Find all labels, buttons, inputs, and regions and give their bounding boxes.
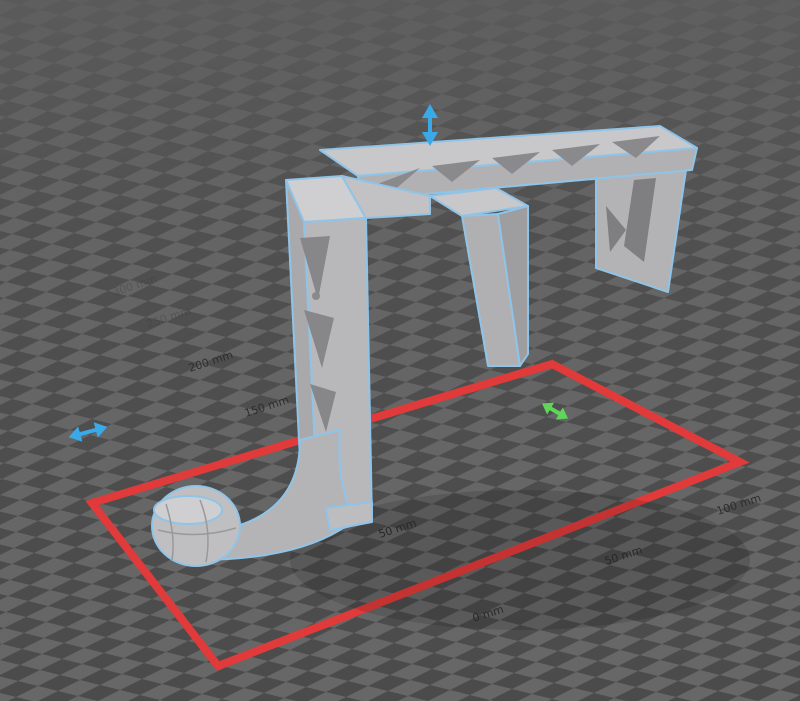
ball-cup-rim bbox=[153, 495, 223, 525]
column-hole bbox=[312, 292, 320, 300]
scene-canvas[interactable]: 0 mm 50 mm 100 mm 50 mm 150 mm 200 mm 25… bbox=[0, 0, 800, 701]
3d-viewport[interactable]: 0 mm 50 mm 100 mm 50 mm 150 mm 200 mm 25… bbox=[0, 0, 800, 701]
